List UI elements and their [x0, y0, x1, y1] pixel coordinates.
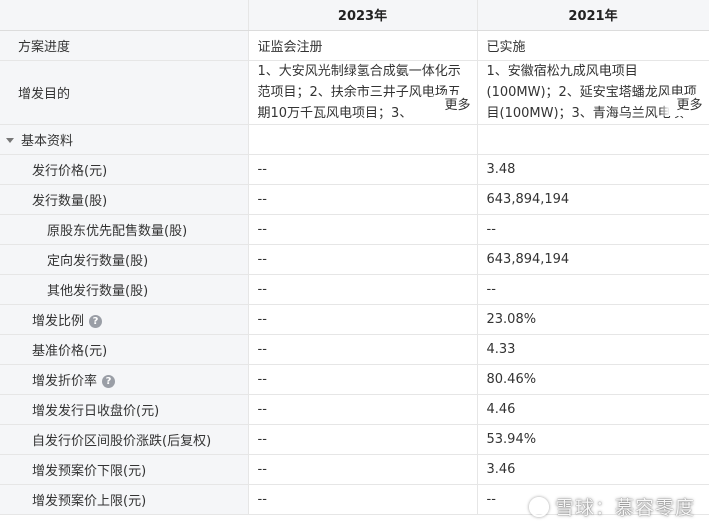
more-link[interactable]: 更多 [660, 94, 703, 116]
cell-2023: -- [248, 214, 478, 245]
table-row-orig-holder-qty: 原股东优先配售数量(股) -- -- [0, 214, 709, 245]
row-label: 方案进度 [0, 30, 249, 61]
row-label: 增发目的 [0, 60, 249, 125]
cell-2023: -- [248, 454, 478, 485]
snowball-logo-icon [528, 497, 549, 517]
cell-2021: 1、安徽宿松九成风电项目(100MW)；2、延安宝塔蟠龙风电项目(100MW)；… [477, 60, 709, 125]
header-corner [0, 0, 249, 31]
cell-2023: -- [248, 304, 478, 335]
help-icon[interactable]: ? [102, 374, 116, 388]
cell-2023: 1、大安风光制绿氢合成氨一体化示范项目；2、扶余市三井子风电场五期10万千瓦风电… [248, 60, 478, 125]
cell-2021: 643,894,194 [477, 244, 709, 275]
data-table: 2023年 2021年 方案进度 证监会注册 已实施 增发目的 1、大安风光制绿… [0, 0, 709, 515]
table-row-close-price: 增发发行日收盘价(元) -- 4.46 [0, 394, 709, 425]
cell-2021: 3.48 [477, 154, 709, 185]
row-label: 基准价格(元) [0, 334, 249, 365]
header-year-2021[interactable]: 2021年 [477, 0, 709, 31]
cell-2023: 证监会注册 [248, 30, 478, 61]
table-row-issue-price: 发行价格(元) -- 3.48 [0, 154, 709, 185]
table-row-purpose: 增发目的 1、大安风光制绿氢合成氨一体化示范项目；2、扶余市三井子风电场五期10… [0, 60, 709, 125]
header-year-2023[interactable]: 2023年 [248, 0, 478, 31]
cell-2023: -- [248, 364, 478, 395]
cell-2021: 4.46 [477, 394, 709, 425]
row-label: 自发行价区间股价涨跌(后复权) [0, 424, 249, 455]
table-row-other-qty: 其他发行数量(股) -- -- [0, 274, 709, 305]
table-row-progress: 方案进度 证监会注册 已实施 [0, 30, 709, 61]
section-row-basic[interactable]: 基本资料 [0, 124, 709, 155]
table-row-discount: 增发折价率? -- 80.46% [0, 364, 709, 395]
cell-2023: -- [248, 154, 478, 185]
cell-2023: -- [248, 394, 478, 425]
cell-2023: -- [248, 424, 478, 455]
section-label: 基本资料 [21, 133, 74, 149]
cell-2021: 3.46 [477, 454, 709, 485]
row-label-text: 增发比例 [32, 313, 85, 329]
cell-2021: 4.33 [477, 334, 709, 365]
more-link[interactable]: 更多 [428, 94, 471, 116]
cell-2021: 23.08% [477, 304, 709, 335]
table-row-directed-qty: 定向发行数量(股) -- 643,894,194 [0, 244, 709, 275]
cell-2021 [477, 124, 709, 155]
cell-2023: -- [248, 334, 478, 365]
cell-2021: 80.46% [477, 364, 709, 395]
table-row-lower-limit: 增发预案价下限(元) -- 3.46 [0, 454, 709, 485]
cell-2021: -- [477, 274, 709, 305]
section-toggle[interactable]: 基本资料 [0, 124, 249, 155]
table-row-ratio: 增发比例? -- 23.08% [0, 304, 709, 335]
cell-2023: -- [248, 184, 478, 215]
watermark-text: 雪球：慕容零度 [554, 497, 695, 519]
row-label: 发行数量(股) [0, 184, 249, 215]
table-row-change: 自发行价区间股价涨跌(后复权) -- 53.94% [0, 424, 709, 455]
row-label: 增发预案价下限(元) [0, 454, 249, 485]
row-label: 增发折价率? [0, 364, 249, 395]
row-label: 定向发行数量(股) [0, 244, 249, 275]
cell-2021: 已实施 [477, 30, 709, 61]
cell-2021: -- [477, 214, 709, 245]
cell-2023: -- [248, 244, 478, 275]
cell-2023: -- [248, 274, 478, 305]
table-row-base-price: 基准价格(元) -- 4.33 [0, 334, 709, 365]
cell-2021: 53.94% [477, 424, 709, 455]
row-label: 发行价格(元) [0, 154, 249, 185]
row-label: 增发预案价上限(元) [0, 484, 249, 515]
row-label: 原股东优先配售数量(股) [0, 214, 249, 245]
cell-2023: -- [248, 484, 478, 515]
help-icon[interactable]: ? [89, 314, 103, 328]
watermark: 雪球：慕容零度 [528, 493, 695, 520]
row-label: 其他发行数量(股) [0, 274, 249, 305]
caret-down-icon[interactable] [6, 137, 14, 143]
cell-2021: 643,894,194 [477, 184, 709, 215]
table-row-issue-qty: 发行数量(股) -- 643,894,194 [0, 184, 709, 215]
row-label: 增发发行日收盘价(元) [0, 394, 249, 425]
row-label: 增发比例? [0, 304, 249, 335]
row-label-text: 增发折价率 [32, 373, 98, 389]
header-row: 2023年 2021年 [0, 0, 709, 31]
cell-2023 [248, 124, 478, 155]
